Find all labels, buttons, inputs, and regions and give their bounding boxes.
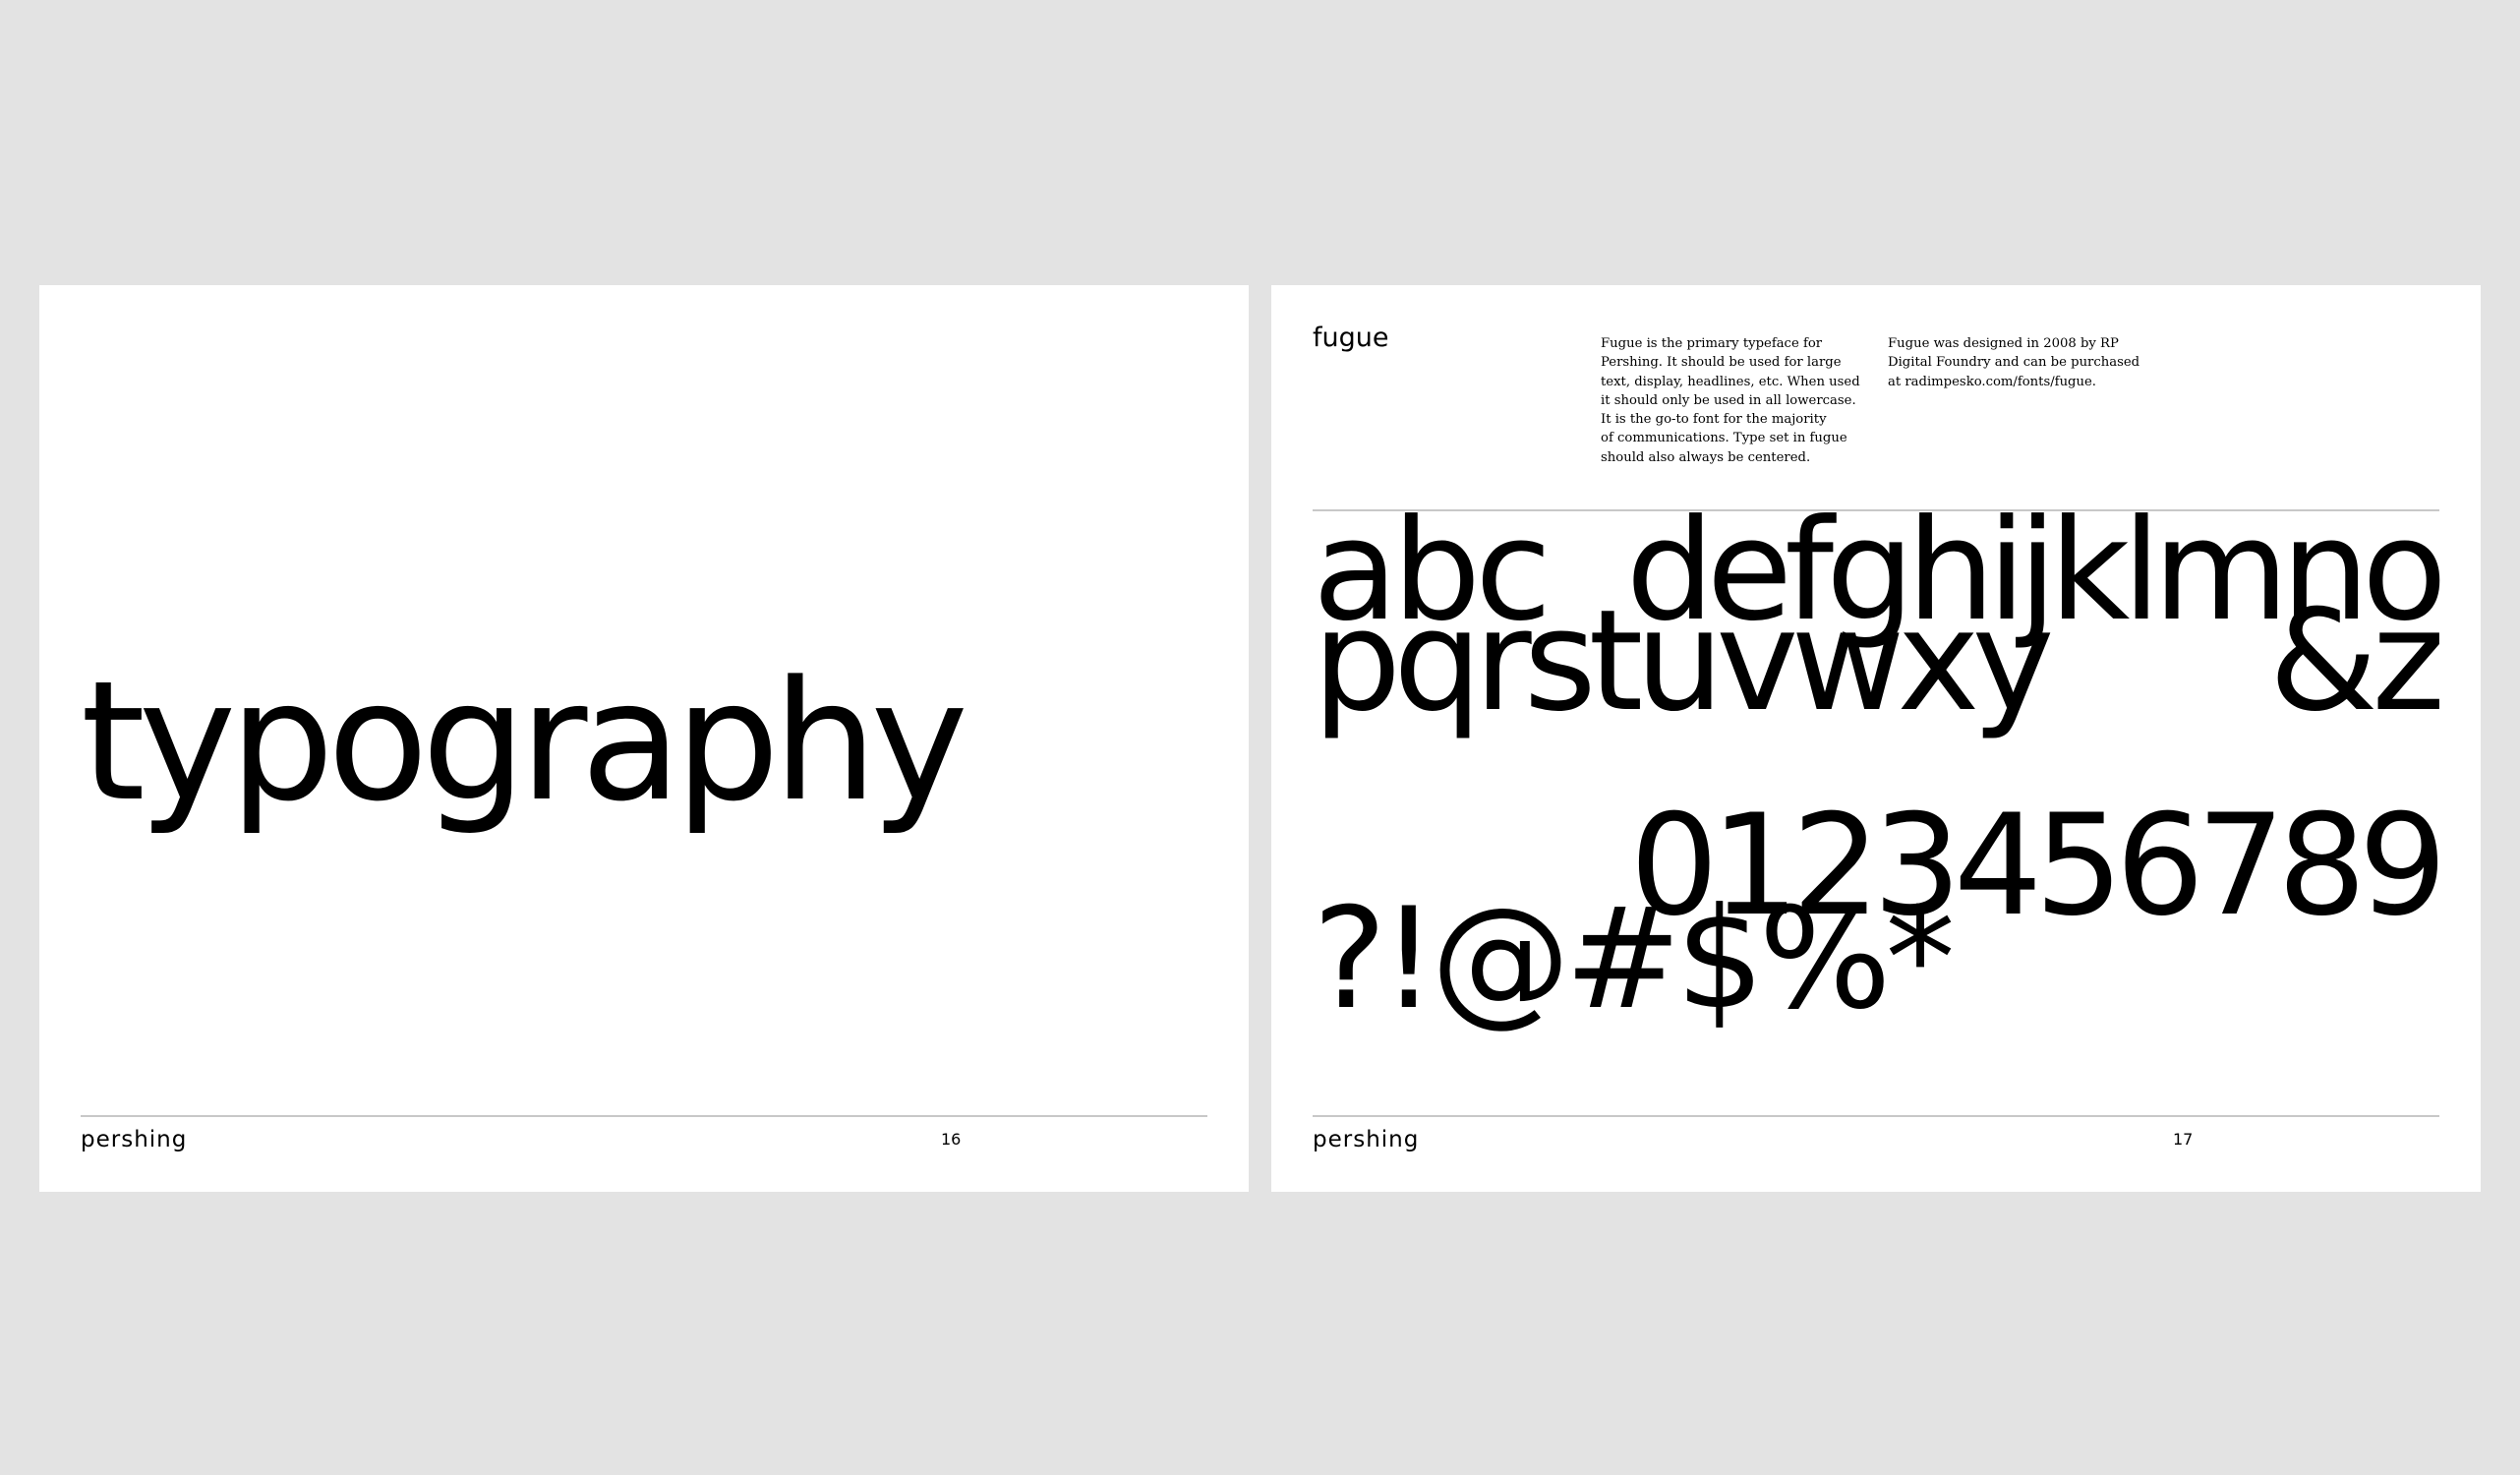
section-title: typography xyxy=(81,645,968,838)
specimen-row-4: ?!@#$%* xyxy=(1313,890,2439,1116)
footer-divider xyxy=(1313,1115,2439,1117)
page-left: typography pershing 16 xyxy=(39,285,1249,1192)
specimen-ampersand-z: &z xyxy=(2268,580,2445,742)
specimen-symbols: ?!@#$%* xyxy=(1313,878,1956,1040)
specimen-letters-p-y: pqrstuvwxy xyxy=(1313,580,2055,742)
font-description-primary: Fugue is the primary typeface for Pershi… xyxy=(1601,336,1860,465)
font-description-credits: Fugue was designed in 2008 by RP Digital… xyxy=(1888,336,2140,389)
footer-divider xyxy=(81,1115,1207,1117)
footer-brand: pershing xyxy=(81,1127,188,1152)
font-name-heading: fugue xyxy=(1313,323,1389,353)
footer-brand: pershing xyxy=(1313,1127,1420,1152)
page-number: 17 xyxy=(2173,1130,2194,1149)
page-number: 16 xyxy=(941,1130,962,1149)
page-right: fugue Fugue is the primary typeface for … xyxy=(1271,285,2481,1192)
